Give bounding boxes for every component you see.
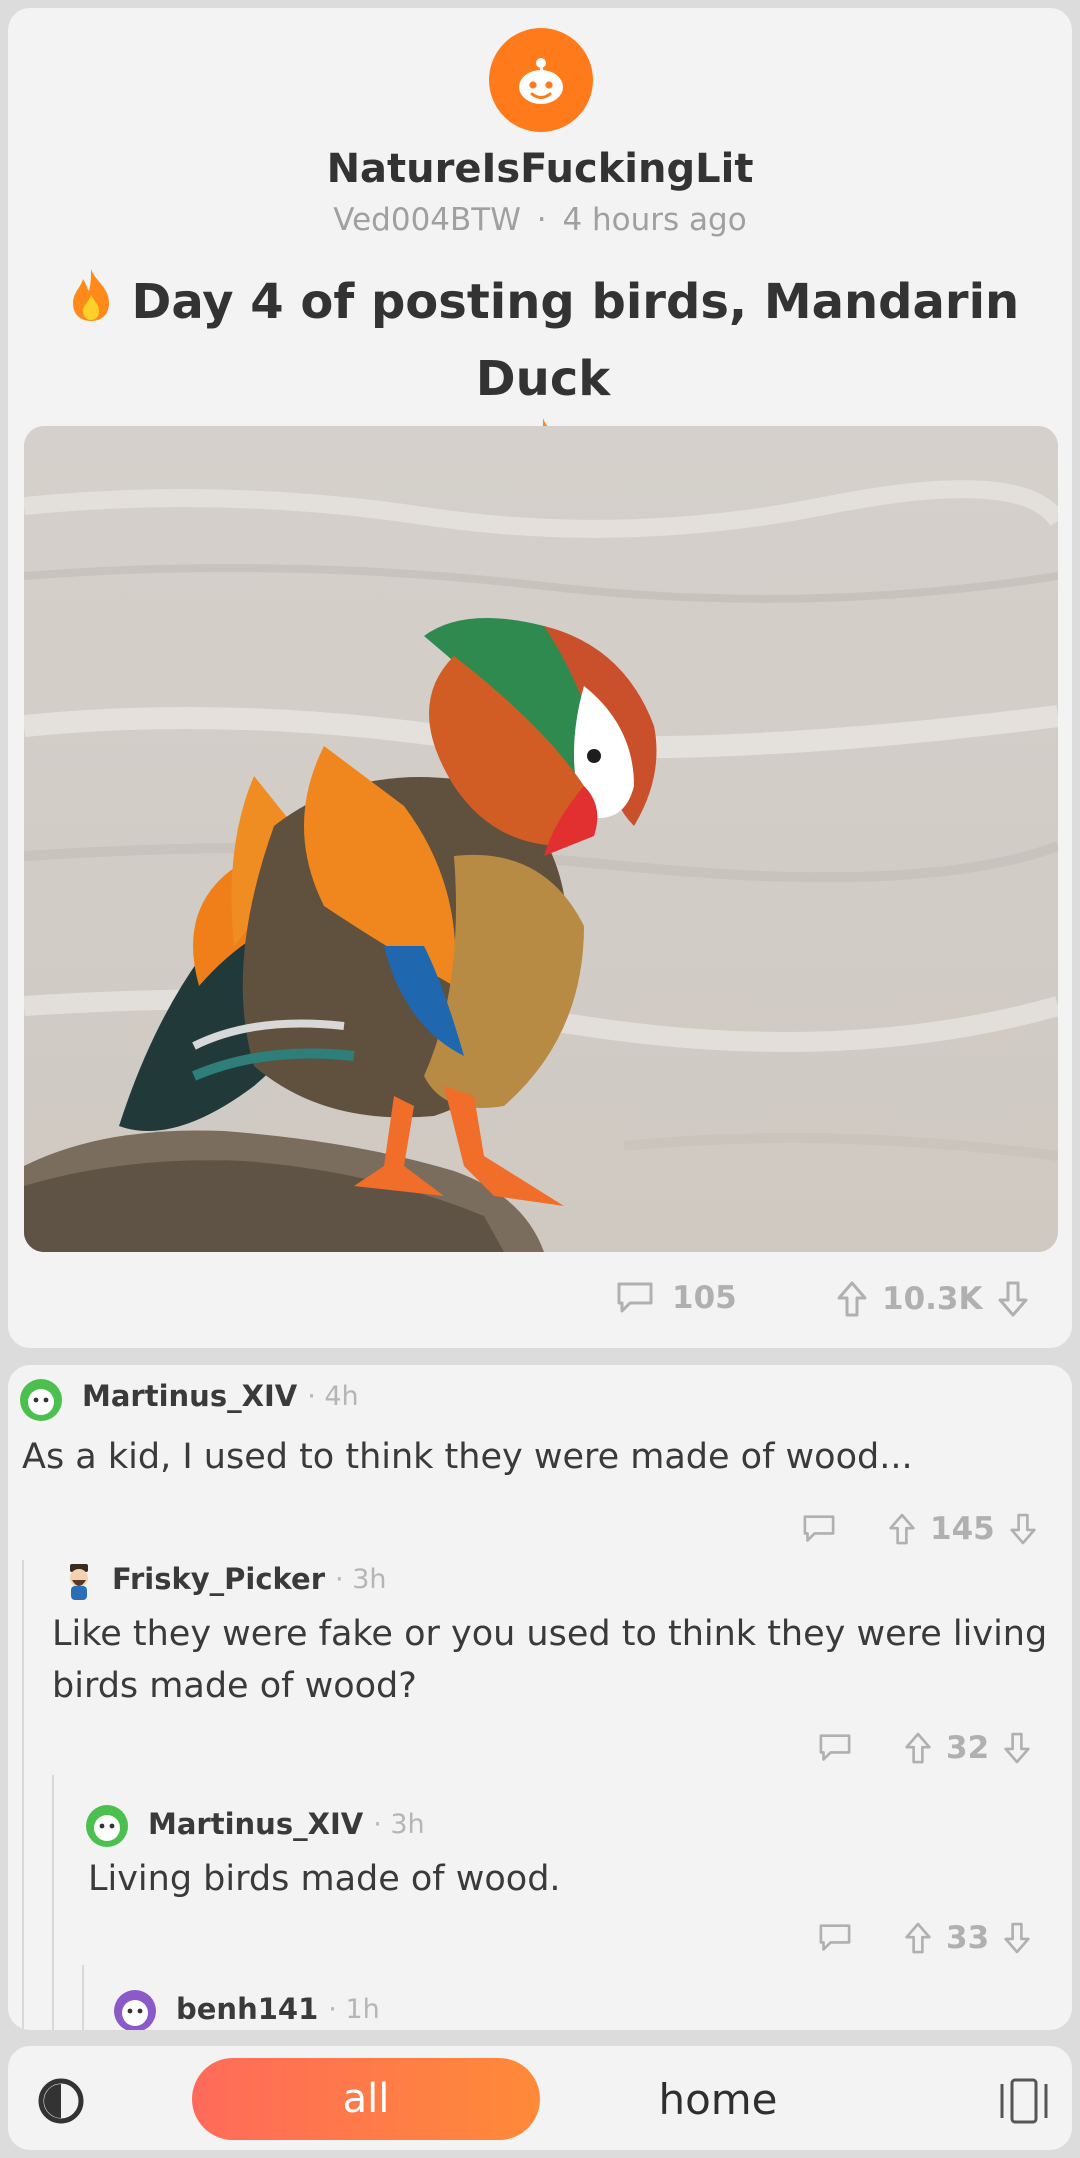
comment-author[interactable]: benh141 bbox=[176, 1992, 318, 2026]
subreddit-name[interactable]: NatureIsFuckingLit bbox=[8, 146, 1072, 192]
comment-time: · 3h bbox=[335, 1563, 387, 1595]
fire-icon bbox=[67, 267, 115, 343]
tab-all[interactable]: all bbox=[192, 2058, 540, 2140]
reply-icon[interactable] bbox=[818, 1733, 852, 1763]
comment: Frisky_Picker · 3h Like they were fake o… bbox=[38, 1560, 1058, 1780]
comment-text: As a kid, I used to think they were made… bbox=[22, 1437, 913, 1477]
meta-separator: · bbox=[536, 202, 547, 238]
avatar[interactable] bbox=[114, 1990, 156, 2030]
comment: Martinus_XIV · 4h As a kid, I used to th… bbox=[8, 1365, 1072, 1547]
comments-card: Martinus_XIV · 4h As a kid, I used to th… bbox=[8, 1365, 1072, 2030]
sidebar-icon[interactable] bbox=[996, 2076, 1052, 2126]
upvote-icon[interactable] bbox=[836, 1280, 868, 1318]
upvote-icon[interactable] bbox=[904, 1731, 932, 1765]
avatar[interactable] bbox=[20, 1379, 62, 1421]
thread-line[interactable] bbox=[52, 1775, 54, 2030]
subreddit-icon[interactable] bbox=[489, 28, 593, 132]
comment-actions: 32 bbox=[818, 1730, 1031, 1766]
thread-line[interactable] bbox=[82, 1965, 84, 2030]
bottom-nav: all home bbox=[8, 2046, 1072, 2150]
comment-score: 33 bbox=[946, 1920, 990, 1956]
post-author[interactable]: Ved004BTW bbox=[333, 202, 521, 238]
comment-author[interactable]: Frisky_Picker bbox=[112, 1562, 325, 1596]
tab-home-label: home bbox=[658, 2074, 778, 2124]
post-time: 4 hours ago bbox=[562, 202, 747, 238]
downvote-icon[interactable] bbox=[1003, 1921, 1031, 1955]
theme-toggle-icon[interactable] bbox=[36, 2076, 86, 2126]
comment-count[interactable]: 105 bbox=[616, 1280, 737, 1316]
downvote-icon[interactable] bbox=[1009, 1512, 1037, 1546]
comment-time: · 1h bbox=[328, 1993, 380, 2025]
post-image[interactable] bbox=[24, 426, 1058, 1252]
tab-home[interactable]: home bbox=[618, 2058, 818, 2140]
post-title-text: Day 4 of posting birds, Mandarin Duck bbox=[131, 274, 1020, 407]
reply-icon[interactable] bbox=[818, 1923, 852, 1953]
comment: Martinus_XIV · 3h Living birds made of w… bbox=[68, 1805, 1058, 1956]
comment-score: 32 bbox=[946, 1730, 990, 1766]
post-score: 10.3K bbox=[882, 1281, 983, 1317]
comment-actions: 33 bbox=[818, 1920, 1031, 1956]
comment-score: 145 bbox=[930, 1511, 995, 1547]
comment-text: Like they were fake or you used to think… bbox=[52, 1614, 1048, 1706]
comment-time: · 3h bbox=[373, 1808, 425, 1840]
post-vote-controls: 10.3K bbox=[836, 1280, 1029, 1318]
comment-icon bbox=[616, 1281, 654, 1315]
reddit-alien-icon bbox=[519, 58, 563, 104]
post-card: NatureIsFuckingLit Ved004BTW · 4 hours a… bbox=[8, 8, 1072, 1348]
comment-actions: 145 bbox=[802, 1511, 1037, 1547]
comment-author[interactable]: Martinus_XIV bbox=[82, 1379, 297, 1413]
comment-count-value: 105 bbox=[672, 1280, 737, 1316]
thread-line[interactable] bbox=[22, 1560, 24, 2030]
avatar[interactable] bbox=[86, 1805, 128, 1847]
avatar[interactable] bbox=[58, 1560, 100, 1602]
comment-time: · 4h bbox=[307, 1380, 359, 1412]
comment-author[interactable]: Martinus_XIV bbox=[148, 1807, 363, 1841]
downvote-icon[interactable] bbox=[997, 1280, 1029, 1318]
comment: benh141 · 1h bbox=[98, 1990, 1058, 2030]
upvote-icon[interactable] bbox=[904, 1921, 932, 1955]
upvote-icon[interactable] bbox=[888, 1512, 916, 1546]
post-meta: Ved004BTW · 4 hours ago bbox=[8, 202, 1072, 238]
downvote-icon[interactable] bbox=[1003, 1731, 1031, 1765]
tab-all-label: all bbox=[342, 2076, 390, 2122]
comment-text: Living birds made of wood. bbox=[88, 1859, 561, 1899]
reply-icon[interactable] bbox=[802, 1514, 836, 1544]
